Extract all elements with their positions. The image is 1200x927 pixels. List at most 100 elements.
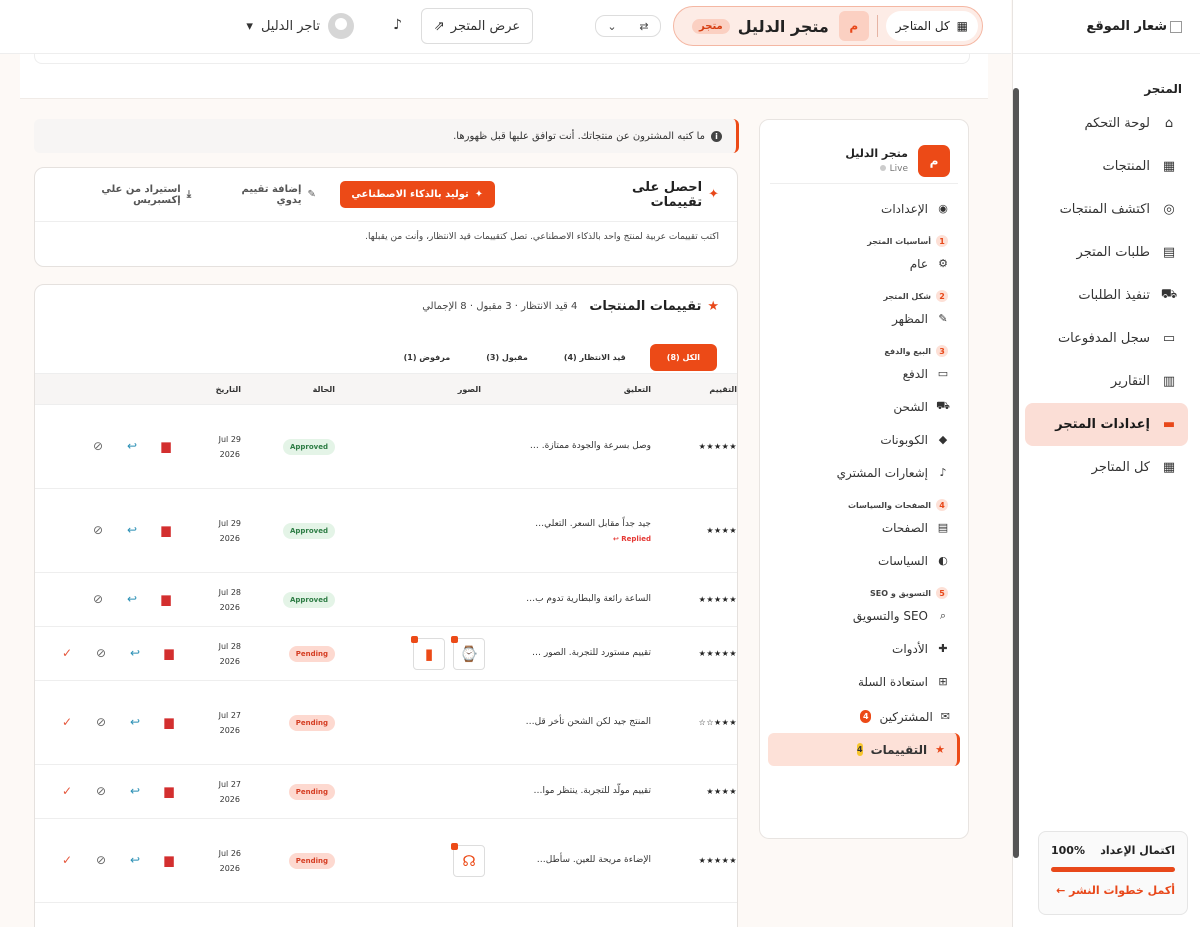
reject-icon[interactable]: ⊘ (94, 646, 108, 660)
approve-icon[interactable]: ✓ (60, 853, 74, 867)
group-title: شكل المتجر (883, 291, 931, 301)
review-image-thumb[interactable]: ☊ (451, 843, 485, 877)
magic-wand-icon: ✦ (708, 187, 719, 202)
reply-icon[interactable]: ↩ (128, 715, 142, 729)
subnav-item[interactable]: ✎ المظهر (760, 302, 968, 335)
reply-icon[interactable]: ↩ (125, 523, 139, 537)
subnav-item[interactable]: ⌕ SEO والتسويق (760, 599, 968, 632)
subnav-item[interactable]: ♪ إشعارات المشتري (760, 456, 968, 489)
sidebar-item-compass[interactable]: ◎ اكتشف المنتجات (1025, 188, 1188, 231)
delete-icon[interactable]: ▆ (162, 715, 176, 729)
approve-icon[interactable]: ✓ (60, 784, 74, 798)
subnav-item[interactable]: ◆ الكوبونات (760, 423, 968, 456)
reply-icon[interactable]: ↩ (128, 784, 142, 798)
sidebar-item-grid[interactable]: ▦ كل المتاجر (1025, 446, 1188, 489)
subnav-group-header: 3 البيع والدفع (760, 335, 968, 357)
store-avatar: م (838, 11, 869, 41)
review-date: Jul 27 2026 (219, 777, 241, 807)
comment-text: الساعة رائعة والبطارية تدوم ب… (526, 594, 651, 604)
reply-icon[interactable]: ↩ (125, 439, 139, 453)
delete-icon[interactable]: ▆ (159, 592, 173, 606)
review-image-thumb[interactable]: ▮ (411, 636, 445, 670)
group-number: 5 (936, 587, 948, 599)
bell-icon[interactable]: ♪ (393, 17, 402, 33)
subnav-item[interactable]: ◐ السياسات (760, 544, 968, 577)
reject-icon[interactable]: ⊘ (94, 715, 108, 729)
delete-icon[interactable]: ▆ (162, 646, 176, 660)
site-logo[interactable]: شعار الموقع (1013, 0, 1200, 54)
subnav-item-subscribers[interactable]: ✉ المشتركين 4 (760, 700, 968, 733)
approve-icon[interactable]: ✓ (60, 646, 74, 660)
reject-icon[interactable]: ⊘ (91, 523, 105, 537)
store-switch-dropdown[interactable]: ⇄ ⌄ (595, 15, 661, 37)
subnav-item[interactable]: ⊞ استعادة السلة (760, 665, 968, 698)
table-row: ★★★★★ تقييم مستورد للتجربة. الصور … ⌚ ▮ Pend… (35, 627, 737, 681)
subnav-item[interactable]: ⚙ عام (760, 247, 968, 280)
reject-icon[interactable]: ⊘ (91, 592, 105, 606)
group-number: 2 (936, 290, 948, 302)
star-icon: ★ (935, 743, 945, 756)
delete-icon[interactable]: ▆ (159, 439, 173, 453)
add-manual-label: إضافة تقييم يدوي (241, 183, 302, 206)
generate-ai-label: توليد بالذكاء الاصطناعي (351, 189, 469, 200)
reject-icon[interactable]: ⊘ (94, 853, 108, 867)
tab-1[interactable]: قيد الانتظار (4) (552, 345, 638, 370)
settings-subnav: م متجر الدليل Live ◉ الإعدادات 1 أساسيات … (759, 119, 969, 839)
sidebar-item-home[interactable]: ⌂ لوحة التحكم (1025, 102, 1188, 145)
user-menu[interactable]: تاجر الدليل ▾ (246, 13, 354, 39)
chevron-down-icon: ⌄ (607, 19, 617, 33)
subnav-item[interactable]: ▤ الصفحات (760, 511, 968, 544)
subnav-item-reviews[interactable]: ★ التقييمات 4 (768, 733, 960, 766)
row-actions: ▆ ↩ ⊘ (91, 592, 173, 606)
complete-publish-link[interactable]: أكمل خطوات النشر ← (1051, 884, 1175, 897)
sidebar-item-chart[interactable]: ▥ التقارير (1025, 360, 1188, 403)
sidebar-item-box[interactable]: ▦ المنتجات (1025, 145, 1188, 188)
site-logo-text: شعار الموقع (1086, 19, 1167, 34)
tab-2[interactable]: مقبول (3) (474, 345, 540, 370)
delete-icon[interactable]: ▆ (162, 853, 176, 867)
add-manual-review-button[interactable]: ✎ إضافة تقييم يدوي (215, 184, 316, 206)
sidebar-item-truck[interactable]: ⛟ تنفيذ الطلبات (1025, 274, 1188, 317)
subnav-item[interactable]: ✚ الأدوات (760, 632, 968, 665)
setup-progress-bar (1051, 867, 1175, 872)
rating-stars: ★★★★★ (698, 595, 737, 604)
remove-image-icon[interactable] (411, 636, 418, 643)
review-image-thumb[interactable]: ⌚ (451, 636, 485, 670)
status-badge: Pending (288, 646, 335, 662)
comment-text: جيد جداً مقابل السعر. التعلي… (535, 519, 651, 529)
generate-ai-button[interactable]: ✦ توليد بالذكاء الاصطناعي (339, 181, 495, 208)
approve-icon[interactable]: ✓ (60, 715, 74, 729)
reply-icon[interactable]: ↩ (128, 646, 142, 660)
tab-3[interactable]: مرفوض (1) (392, 345, 463, 370)
tab-0[interactable]: الكل (8) (649, 344, 717, 371)
reject-icon[interactable]: ⊘ (91, 439, 105, 453)
remove-image-icon[interactable] (451, 843, 458, 850)
delete-icon[interactable]: ▆ (162, 784, 176, 798)
reply-icon[interactable]: ↩ (128, 853, 142, 867)
sidebar-scrollbar[interactable] (1013, 88, 1019, 858)
rating-stars: ★★★★★ (698, 856, 737, 865)
subscribers-count-badge: 4 (860, 710, 872, 723)
product-image-icon: ▮ (424, 645, 434, 663)
subnav-item-settings[interactable]: ◉ الإعدادات (760, 192, 968, 225)
reject-icon[interactable]: ⊘ (94, 784, 108, 798)
subnav-item-label: الدفع (902, 366, 928, 381)
subnav-item-label: إشعارات المشتري (836, 465, 928, 480)
import-aliexpress-button[interactable]: ⤓ استيراد من علي إكسبريس (53, 184, 191, 206)
review-date: Jul 28 2026 (219, 585, 241, 615)
subnav-item[interactable]: ⛟ الشحن (760, 390, 968, 423)
sidebar-item-label: المنتجات (1102, 159, 1150, 174)
sidebar-item-money[interactable]: ▭ سجل المدفوعات (1025, 317, 1188, 360)
sidebar-item-store[interactable]: ▬ إعدادات المتجر (1025, 403, 1188, 446)
reply-icon[interactable]: ↩ (125, 592, 139, 606)
broken-image-icon (1170, 20, 1182, 33)
subnav-icon: ▭ (937, 367, 949, 380)
delete-icon[interactable]: ▆ (159, 523, 173, 537)
remove-image-icon[interactable] (451, 636, 458, 643)
group-title: الصفحات والسياسات (847, 500, 931, 510)
all-stores-button[interactable]: ▦ كل المتاجر (885, 11, 978, 41)
sidebar-item-receipt[interactable]: ▤ طلبات المتجر (1025, 231, 1188, 274)
subnav-item-label: استعادة السلة (857, 674, 928, 689)
view-store-button[interactable]: عرض المتجر ⇗ (421, 8, 533, 44)
subnav-item[interactable]: ▭ الدفع (760, 357, 968, 390)
